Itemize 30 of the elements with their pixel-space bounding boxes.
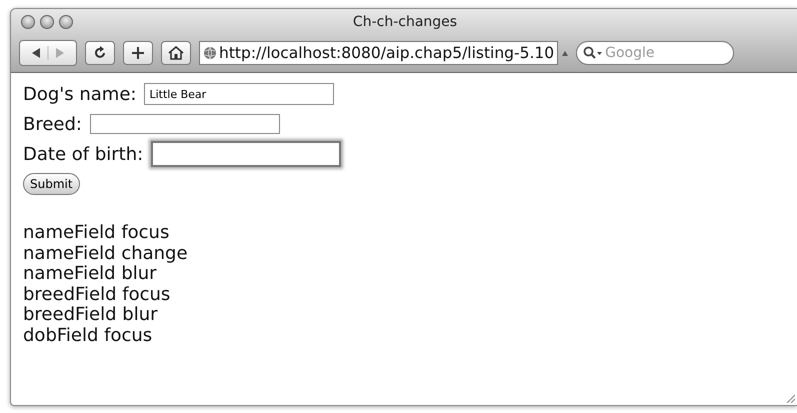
home-icon xyxy=(168,46,184,60)
zoom-button[interactable] xyxy=(59,14,73,28)
log-line: nameField focus xyxy=(23,223,170,244)
reload-icon xyxy=(93,46,107,60)
reload-button[interactable] xyxy=(85,41,115,65)
back-forward-button[interactable] xyxy=(19,40,77,66)
log-line: nameField blur xyxy=(23,264,158,284)
submit-button[interactable]: Submit xyxy=(23,173,80,195)
window-title: Ch-ch-changes xyxy=(352,14,458,30)
home-button[interactable] xyxy=(161,41,191,65)
log-line: breedField focus xyxy=(23,284,172,305)
input-field[interactable] xyxy=(90,114,280,134)
search-field[interactable]: Google xyxy=(576,41,734,65)
search-icon xyxy=(583,46,604,60)
caret-icon[interactable] xyxy=(562,50,568,56)
address-field[interactable]: http://localhost:8080/aip.chap5/listing-5.10 xyxy=(199,41,558,65)
add-bookmark-button[interactable] xyxy=(123,41,153,65)
plus-icon xyxy=(131,46,145,60)
resize-grip-icon[interactable] xyxy=(785,393,795,403)
input-field[interactable]: Little Bear xyxy=(144,83,334,105)
log-line: breedField blur xyxy=(23,305,159,326)
input-field[interactable] xyxy=(151,141,342,167)
field-label: Date of birth: xyxy=(23,144,144,164)
log-line: dobField focus xyxy=(23,326,154,346)
field-label: Dog's name: xyxy=(23,84,136,104)
globe-icon xyxy=(203,46,217,60)
field-label: Breed: xyxy=(23,114,82,134)
close-button[interactable] xyxy=(21,14,35,28)
log-line: nameField change xyxy=(23,244,189,264)
minimize-button[interactable] xyxy=(40,14,54,28)
